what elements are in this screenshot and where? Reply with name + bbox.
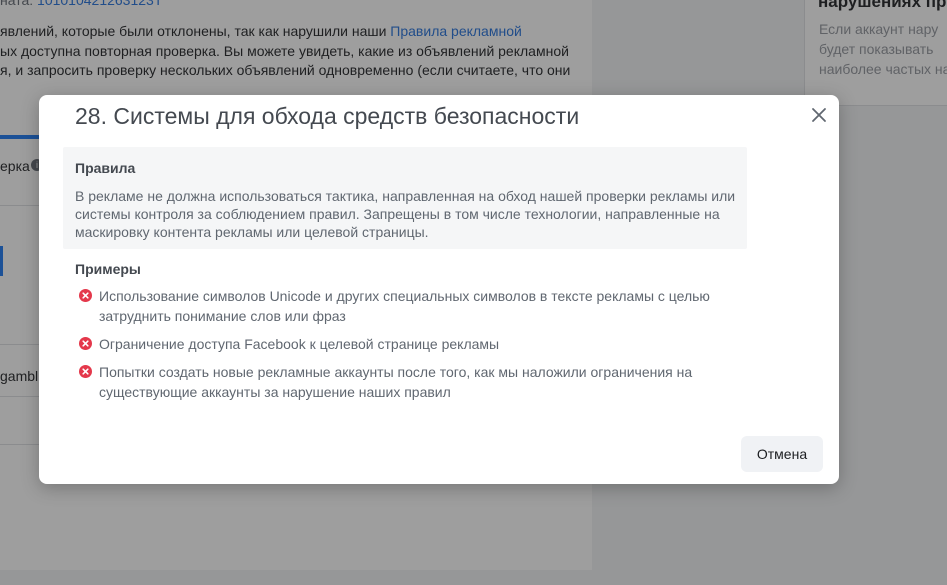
rules-section: Правила В рекламе не должна использовать… [63, 147, 747, 249]
rules-heading: Правила [75, 160, 136, 176]
example-text: Использование символов Unicode и других … [99, 288, 710, 324]
policy-dialog: 28. Системы для обхода средств безопасно… [39, 95, 839, 484]
cancel-button[interactable]: Отмена [741, 436, 823, 472]
rules-text: В рекламе не должна использоваться такти… [75, 188, 736, 240]
close-button[interactable] [807, 103, 831, 127]
dialog-title: 28. Системы для обхода средств безопасно… [75, 103, 580, 129]
example-text: Ограничение доступа Facebook к целевой с… [99, 336, 500, 352]
example-item: Использование символов Unicode и других … [79, 286, 739, 326]
example-item: Попытки создать новые рекламные аккаунты… [79, 362, 739, 402]
examples-heading: Примеры [75, 261, 141, 277]
example-text: Попытки создать новые рекламные аккаунты… [99, 364, 693, 400]
close-icon [812, 108, 826, 122]
example-item: Ограничение доступа Facebook к целевой с… [79, 334, 739, 354]
x-circle-icon [79, 365, 92, 378]
x-circle-icon [79, 337, 92, 350]
x-circle-icon [79, 289, 92, 302]
